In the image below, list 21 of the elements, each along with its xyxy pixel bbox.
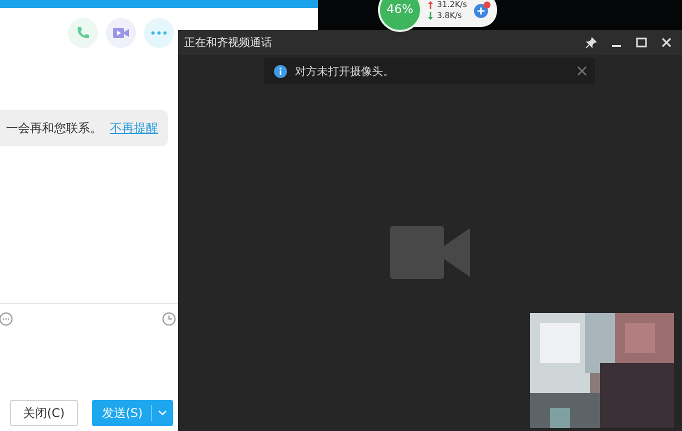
info-icon	[274, 64, 287, 78]
plus-icon[interactable]	[472, 1, 491, 19]
close-button[interactable]: 关闭(C)	[10, 400, 78, 426]
download-arrow-icon	[428, 12, 433, 20]
more-icon[interactable]	[144, 18, 174, 48]
dont-remind-link[interactable]: 不再提醒	[110, 120, 158, 136]
maximize-icon[interactable]	[636, 37, 647, 48]
caret-icon[interactable]	[158, 410, 167, 416]
send-button[interactable]: 发送(S)	[92, 400, 173, 426]
pin-icon[interactable]	[585, 36, 597, 48]
upload-arrow-icon	[428, 0, 433, 8]
clock-icon[interactable]	[162, 312, 176, 326]
memory-usage-badge[interactable]: 46%	[378, 0, 422, 32]
upload-speed: 31.2K/s	[437, 0, 467, 10]
video-camera-icon[interactable]	[106, 18, 136, 48]
download-speed: 3.8K/s	[437, 10, 462, 21]
message-text: 一会再和您联系。	[6, 120, 102, 136]
notice-text: 对方未打开摄像头。	[295, 64, 395, 78]
video-camera-icon	[390, 226, 470, 279]
window-title: 正在和齐视频通话	[184, 35, 273, 50]
more-icon[interactable]	[0, 312, 13, 326]
